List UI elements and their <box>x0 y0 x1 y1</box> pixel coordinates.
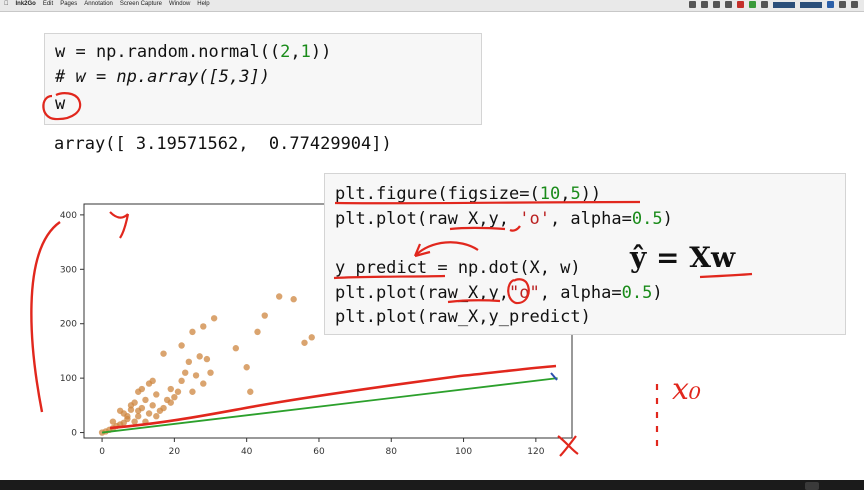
y-tick-label: 300 <box>60 265 77 275</box>
scatter-point <box>145 410 153 417</box>
code-line-y-predict: y_predict = np.dot(X, w) <box>335 258 581 278</box>
scatter-point <box>135 413 142 420</box>
x-tick-label: 100 <box>455 447 472 457</box>
code-line-plot-y-again: plt.plot(raw_X,y,"o", alpha=0.5) <box>335 283 663 303</box>
x-tick-label: 60 <box>313 447 325 457</box>
scatter-point <box>189 388 196 395</box>
scatter-point <box>301 339 308 346</box>
formula-y-hat: ŷ = Xw <box>630 241 736 274</box>
y-tick-label: 0 <box>71 429 77 439</box>
scatter-point <box>210 315 218 322</box>
scatter-point <box>138 404 146 412</box>
scatter-point <box>167 399 174 406</box>
scatter-point <box>149 377 156 385</box>
x-tick-label: 0 <box>99 447 105 457</box>
scatter-point <box>131 399 138 406</box>
scatter-point <box>138 385 146 393</box>
scatter-point <box>185 358 193 366</box>
scatter-point <box>243 364 250 371</box>
scatter-point <box>254 328 261 336</box>
scatter-point <box>308 334 315 341</box>
scatter-point <box>200 323 207 330</box>
scatter-point <box>153 413 160 420</box>
scatter-point <box>232 345 240 352</box>
scatter-point <box>276 293 283 300</box>
scatter-point <box>160 350 167 357</box>
scatter-point <box>189 328 196 336</box>
scatter-point <box>192 372 200 379</box>
y-tick-label: 100 <box>60 374 77 384</box>
scatter-point <box>160 404 167 412</box>
code-line-plot-y: plt.plot(raw_X,y, 'o', alpha=0.5) <box>335 209 673 229</box>
scatter-point <box>131 418 138 425</box>
scatter-point <box>203 355 211 363</box>
x-tick-label: 120 <box>527 447 544 457</box>
handwritten-x0: x₀ <box>672 372 701 407</box>
scatter-point <box>142 418 149 425</box>
scatter-point <box>142 396 149 404</box>
scatter-point <box>149 402 156 409</box>
scatter-point <box>167 385 174 393</box>
code-line-figure: plt.figure(figsize=(10,5)) <box>335 184 602 204</box>
x-tick-label: 80 <box>386 447 398 457</box>
scatter-point <box>182 369 189 376</box>
dock-app-icon[interactable] <box>805 482 819 490</box>
scatter-point <box>196 353 203 360</box>
scatter-point <box>247 388 254 395</box>
scatter-point <box>174 388 182 395</box>
scatter-point <box>171 393 178 401</box>
scatter-point <box>178 342 185 349</box>
scatter-points <box>98 293 315 436</box>
scatter-point <box>290 296 297 303</box>
y-tick-label: 200 <box>60 320 77 330</box>
scatter-point <box>207 369 214 376</box>
x-tick-label: 40 <box>241 447 253 457</box>
scatter-point <box>200 380 207 387</box>
scatter-point <box>124 413 131 420</box>
x-tick-label: 20 <box>169 447 181 457</box>
scatter-point <box>178 377 185 385</box>
scatter-point <box>153 391 160 398</box>
y-tick-label: 400 <box>60 211 77 221</box>
code-line-plot-predict: plt.plot(raw_X,y_predict) <box>335 307 591 327</box>
dock-bar <box>0 480 864 490</box>
scatter-point <box>261 312 268 319</box>
code-cell-plot[interactable]: plt.figure(figsize=(10,5)) plt.plot(raw_… <box>324 173 846 335</box>
